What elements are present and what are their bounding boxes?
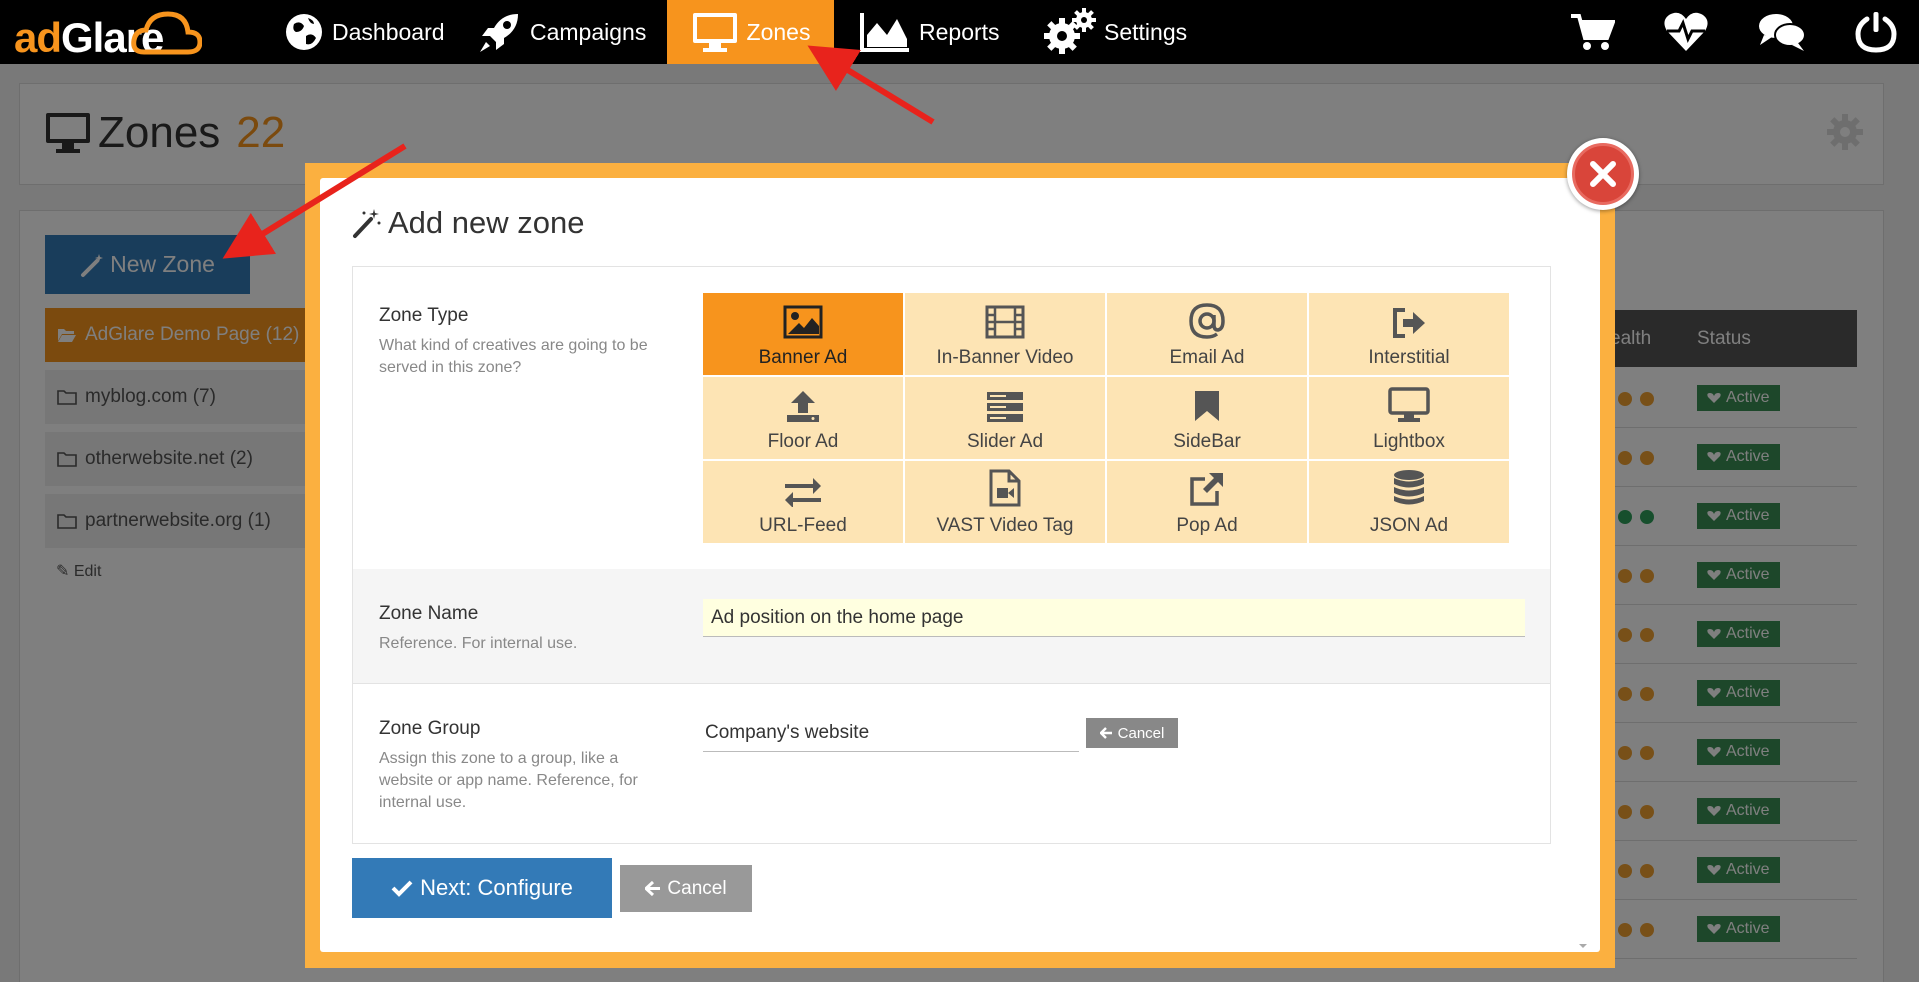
- close-modal-button[interactable]: [1567, 138, 1639, 210]
- zone-type-slider-ad[interactable]: Slider Ad: [905, 377, 1105, 459]
- arrow-left-icon: [645, 881, 661, 896]
- health-button[interactable]: [1662, 8, 1710, 56]
- nav-zones[interactable]: Zones: [667, 0, 834, 64]
- zone-type-label: SideBar: [1173, 431, 1241, 452]
- adglare-logo[interactable]: adGlare: [14, 10, 202, 61]
- area-chart-icon: [860, 13, 909, 52]
- at-icon: [1189, 303, 1225, 339]
- bookmark-icon: [1195, 391, 1219, 421]
- next-configure-label: Next: Configure: [420, 875, 573, 900]
- nav-reports[interactable]: Reports: [859, 0, 1000, 64]
- external-link-icon: [1190, 473, 1223, 506]
- nav-reports-label: Reports: [919, 18, 1000, 45]
- zone-type-label: Lightbox: [1373, 431, 1445, 452]
- nav-campaigns-label: Campaigns: [530, 18, 647, 45]
- logout-button[interactable]: [1852, 8, 1900, 56]
- magic-wand-icon: [353, 209, 381, 238]
- zone-type-label: VAST Video Tag: [936, 515, 1074, 536]
- zone-type-vast-video-tag[interactable]: VAST Video Tag: [905, 461, 1105, 543]
- sign-out-icon: [1393, 308, 1425, 338]
- cloud-icon: [131, 11, 202, 55]
- zone-type-label: Pop Ad: [1176, 515, 1238, 536]
- zone-type-interstitial[interactable]: Interstitial: [1309, 293, 1509, 375]
- zone-type-label: Banner Ad: [758, 347, 848, 368]
- zone-type-label: JSON Ad: [1369, 515, 1449, 536]
- zone-type-label: Slider Ad: [966, 431, 1044, 452]
- file-video-icon: [989, 469, 1021, 507]
- desktop-icon: [1388, 387, 1430, 422]
- nav-zones-label: Zones: [746, 18, 811, 45]
- add-zone-form: Zone Type What kind of creatives are goi…: [352, 266, 1551, 844]
- zone-type-label: Floor Ad: [767, 431, 839, 452]
- server-icon: [987, 392, 1023, 422]
- modal-scrollbar[interactable]: [1576, 180, 1590, 950]
- zone-group-input[interactable]: [703, 714, 1079, 752]
- zone-name-section: Zone Name Reference. For internal use.: [353, 569, 1550, 683]
- close-icon: [1590, 161, 1616, 187]
- zone-type-in-banner-video[interactable]: In-Banner Video: [905, 293, 1105, 375]
- modal-title: Add new zone: [352, 205, 584, 241]
- zone-type-label: Email Ad: [1169, 347, 1245, 368]
- zone-type-grid: Banner Ad In-Banner Video Email Ad Inter…: [703, 293, 1511, 543]
- globe-icon: [286, 14, 322, 50]
- nav-settings[interactable]: Settings: [1044, 0, 1187, 64]
- messages-button[interactable]: [1758, 8, 1806, 56]
- zone-type-floor-ad[interactable]: Floor Ad: [703, 377, 903, 459]
- zone-group-cancel-button[interactable]: Cancel: [1086, 718, 1178, 748]
- next-configure-button[interactable]: Next: Configure: [352, 858, 612, 918]
- cancel-button[interactable]: Cancel: [620, 865, 752, 912]
- check-icon: [391, 880, 413, 897]
- arrow-left-icon: [1099, 727, 1112, 739]
- nav-campaigns[interactable]: Campaigns: [478, 0, 646, 64]
- zone-name-label: Zone Name: [379, 603, 479, 624]
- gears-icon: [1044, 8, 1096, 54]
- zone-type-label: Interstitial: [1368, 347, 1450, 368]
- nav-settings-label: Settings: [1104, 18, 1188, 45]
- zone-type-label: In-Banner Video: [936, 347, 1074, 368]
- zone-type-lightbox[interactable]: Lightbox: [1309, 377, 1509, 459]
- zone-group-cancel-label: Cancel: [1117, 724, 1165, 742]
- zone-type-banner-ad[interactable]: Banner Ad: [703, 293, 903, 375]
- comments-icon: [1759, 14, 1806, 51]
- rocket-icon: [480, 14, 518, 52]
- zone-type-help: What kind of creatives are going to be s…: [379, 337, 648, 376]
- zone-name-help: Reference. For internal use.: [379, 635, 578, 652]
- zone-name-input[interactable]: [703, 599, 1525, 637]
- zone-type-section: Zone Type What kind of creatives are goi…: [353, 267, 1550, 569]
- upload-icon: [787, 391, 819, 422]
- power-icon: [1855, 12, 1897, 53]
- picture-icon: [783, 305, 823, 339]
- zone-type-url-feed[interactable]: URL-Feed: [703, 461, 903, 543]
- zone-group-label: Zone Group: [379, 718, 481, 739]
- cart-button[interactable]: [1568, 8, 1616, 56]
- zone-type-pop-ad[interactable]: Pop Ad: [1107, 461, 1307, 543]
- zone-type-email-ad[interactable]: Email Ad: [1107, 293, 1307, 375]
- film-icon: [985, 305, 1025, 339]
- monitor-icon: [692, 13, 737, 52]
- zone-type-label: URL-Feed: [759, 515, 847, 536]
- zone-group-section: Zone Group Assign this zone to a group, …: [353, 683, 1550, 843]
- zone-group-help: Assign this zone to a group, like a webs…: [379, 750, 638, 811]
- database-icon: [1394, 470, 1424, 505]
- exchange-icon: [785, 478, 821, 507]
- zone-type-label: Zone Type: [379, 305, 469, 326]
- nav-dashboard-label: Dashboard: [332, 18, 445, 45]
- modal-title-text: Add new zone: [388, 205, 585, 240]
- nav-dashboard[interactable]: Dashboard: [274, 0, 455, 64]
- zone-type-sidebar[interactable]: SideBar: [1107, 377, 1307, 459]
- heartbeat-icon: [1664, 12, 1708, 51]
- top-navbar: adGlare Dashboard Campaigns Zones Report…: [0, 0, 1919, 64]
- cart-icon: [1571, 14, 1615, 50]
- cancel-label: Cancel: [667, 877, 727, 899]
- zone-type-json-ad[interactable]: JSON Ad: [1309, 461, 1509, 543]
